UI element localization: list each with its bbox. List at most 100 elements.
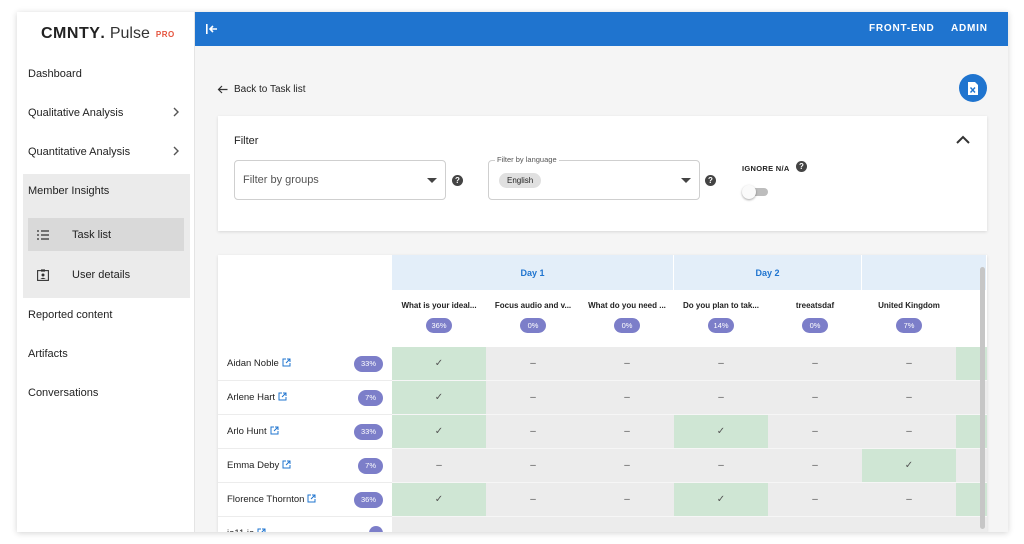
sidebar-item-qualitative-analysis[interactable]: Qualitative Analysis: [17, 94, 195, 132]
question-header[interactable]: What is your ideal... 36%: [392, 290, 486, 347]
member-name: Florence Thornton: [227, 494, 305, 505]
completion-badge: 0%: [802, 318, 828, 333]
ignore-na-help-icon[interactable]: ?: [796, 161, 807, 172]
task-status-cell[interactable]: –: [486, 449, 580, 483]
member-name-link[interactable]: Arlo Hunt: [227, 426, 279, 437]
ignore-na-toggle[interactable]: [742, 185, 768, 199]
filter-panel: Filter Filter by groups ? Filter by lang…: [218, 116, 987, 231]
sidebar-item-member-insights[interactable]: Member Insights: [17, 172, 195, 210]
task-status-cell[interactable]: ✓: [674, 415, 768, 449]
task-status-cell[interactable]: –: [486, 483, 580, 517]
task-status-cell[interactable]: ✓: [392, 483, 486, 517]
checklist-icon: [36, 229, 50, 240]
export-excel-button[interactable]: [959, 74, 987, 102]
question-title: Do you plan to tak...: [682, 301, 759, 310]
task-status-cell[interactable]: –: [768, 449, 862, 483]
task-status-cell[interactable]: –: [580, 483, 674, 517]
groups-help-icon[interactable]: ?: [452, 175, 463, 186]
member-completion-badge: 33%: [353, 424, 383, 440]
question-header[interactable]: United Kingdom 7%: [862, 290, 956, 347]
sidebar-item-artifacts[interactable]: Artifacts: [17, 335, 195, 373]
back-to-task-list-link[interactable]: Back to Task list: [217, 84, 306, 95]
task-status-cell[interactable]: –: [580, 415, 674, 449]
task-status-cell[interactable]: [486, 517, 580, 532]
task-status-cell[interactable]: [580, 517, 674, 532]
task-status-cell[interactable]: –: [768, 381, 862, 415]
member-name-link[interactable]: Arlene Hart: [227, 392, 287, 403]
id-badge-icon: [36, 268, 50, 281]
sidebar-item-reported-content[interactable]: Reported content: [17, 296, 195, 334]
sidebar-subitem-task-list[interactable]: Task list: [28, 218, 184, 251]
task-status-cell[interactable]: –: [392, 449, 486, 483]
logo-brand: CMNTY: [41, 25, 101, 42]
task-status-cell[interactable]: ✓: [392, 381, 486, 415]
task-status-cell[interactable]: –: [862, 347, 956, 381]
member-name-link[interactable]: jo11 io: [227, 528, 266, 532]
task-status-cell[interactable]: ✓: [392, 415, 486, 449]
task-status-cell[interactable]: ✓: [392, 347, 486, 381]
sidebar-item-quantitative-analysis[interactable]: Quantitative Analysis: [17, 133, 195, 171]
vertical-scrollbar[interactable]: [980, 267, 985, 529]
task-status-cell[interactable]: –: [674, 381, 768, 415]
question-header[interactable]: Focus audio and v... 0%: [486, 290, 580, 347]
question-header[interactable]: What do you need ... 0%: [580, 290, 674, 347]
member-completion-badge: 7%: [358, 390, 383, 406]
task-status-cell[interactable]: –: [486, 347, 580, 381]
task-status-cell[interactable]: ✓: [862, 449, 956, 483]
member-name-link[interactable]: Aidan Noble: [227, 358, 291, 369]
language-help-icon[interactable]: ?: [705, 175, 716, 186]
question-header[interactable]: treeatsdaf 0%: [768, 290, 862, 347]
question-title: What do you need ...: [588, 301, 666, 310]
completion-badge: 0%: [614, 318, 640, 333]
sidebar-subitem-user-details[interactable]: User details: [28, 258, 184, 291]
app-logo[interactable]: CMNTY. Pulse PRO: [17, 12, 194, 56]
task-status-cell[interactable]: –: [486, 415, 580, 449]
task-status-cell[interactable]: –: [768, 347, 862, 381]
task-status-cell[interactable]: –: [768, 483, 862, 517]
collapse-sidebar-icon[interactable]: [205, 22, 219, 36]
chevron-up-icon[interactable]: [955, 134, 971, 146]
external-link-icon: [278, 392, 287, 401]
task-status-cell[interactable]: ✓: [674, 483, 768, 517]
task-status-cell[interactable]: –: [580, 347, 674, 381]
admin-link[interactable]: ADMIN: [951, 23, 988, 34]
completion-badge: 14%: [708, 318, 734, 333]
filter-language-label: Filter by language: [495, 155, 559, 164]
question-header[interactable]: Do you plan to tak... 14%: [674, 290, 768, 347]
member-completion-badge: [369, 526, 383, 532]
ignore-na-label: IGNORE N/A: [742, 164, 790, 173]
member-name: Aidan Noble: [227, 358, 279, 369]
chevron-right-icon: [173, 146, 179, 156]
member-name-link[interactable]: Florence Thornton: [227, 494, 316, 505]
member-name-link[interactable]: Emma Deby: [227, 460, 291, 471]
frontend-link[interactable]: FRONT-END: [869, 23, 935, 34]
task-status-cell[interactable]: [674, 517, 768, 532]
logo-product: Pulse: [109, 25, 150, 42]
sidebar-item-dashboard[interactable]: Dashboard: [17, 55, 195, 93]
task-status-cell[interactable]: [768, 517, 862, 532]
language-chip[interactable]: English: [499, 173, 542, 188]
external-link-icon: [282, 460, 291, 469]
external-link-icon: [307, 494, 316, 503]
filter-language-select[interactable]: Filter by language English: [488, 155, 700, 200]
day-header: Day 1: [392, 255, 674, 290]
task-status-cell[interactable]: [392, 517, 486, 532]
day-header: [862, 255, 987, 290]
filter-groups-select[interactable]: Filter by groups: [234, 160, 446, 200]
task-status-cell[interactable]: –: [580, 449, 674, 483]
task-status-cell[interactable]: –: [486, 381, 580, 415]
task-status-cell[interactable]: –: [674, 449, 768, 483]
task-status-cell[interactable]: [862, 517, 956, 532]
sidebar-item-label: Member Insights: [28, 185, 110, 197]
task-status-cell[interactable]: –: [862, 483, 956, 517]
sidebar-item-conversations[interactable]: Conversations: [17, 374, 195, 412]
member-completion-badge: 36%: [353, 492, 383, 508]
table-row-member: Arlo Hunt 33%: [218, 415, 392, 449]
task-status-cell[interactable]: –: [580, 381, 674, 415]
external-link-icon: [257, 528, 266, 532]
task-status-cell[interactable]: –: [862, 381, 956, 415]
task-status-cell[interactable]: –: [862, 415, 956, 449]
chevron-right-icon: [173, 107, 179, 117]
task-status-cell[interactable]: –: [768, 415, 862, 449]
task-status-cell[interactable]: –: [674, 347, 768, 381]
